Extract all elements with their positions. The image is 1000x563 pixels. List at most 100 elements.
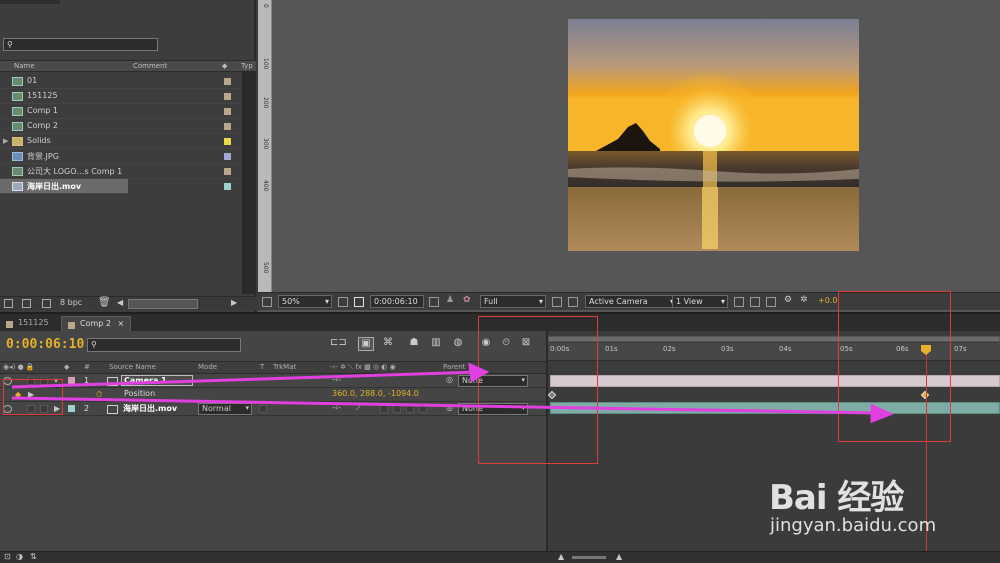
project-item-151125[interactable]: 151125 [0,89,240,104]
tab-comp-2[interactable]: Comp 2 × [61,316,132,332]
interpret-footage-icon[interactable] [4,299,13,308]
bit-depth-button[interactable]: 8 bpc [60,298,82,307]
reset-exposure-icon[interactable]: ✲ [800,295,808,305]
trash-icon[interactable]: 🗑 [98,297,111,308]
always-preview-icon[interactable] [262,297,272,307]
show-snapshot-icon[interactable]: ♟ [446,295,454,305]
fast-previews-icon[interactable] [750,297,760,307]
flowchart-icon[interactable]: ⚙ [784,295,792,305]
column-t[interactable]: T [260,363,264,371]
label-swatch[interactable] [224,183,231,190]
quality-switch-icon[interactable]: ⟋ [356,403,362,413]
timeline-search-input[interactable]: ⚲ [87,338,241,352]
watermark-brand: Bai 经验 [769,478,904,518]
draft-3d-icon[interactable]: ⌘ [380,337,396,351]
column-comment[interactable]: Comment [133,62,167,70]
project-search-input[interactable]: ⚲ [3,38,158,51]
column-name[interactable]: Name [14,62,35,70]
shy-layers-icon[interactable]: ☗ [406,337,422,351]
effects-switch[interactable] [380,405,388,413]
blend-mode-dropdown[interactable]: Normal ▾ [198,403,252,415]
comp-mini-flowchart-icon[interactable]: ⊏⊐ [330,337,347,351]
toggle-in-out-icon[interactable]: ⇅ [30,552,37,561]
label-swatch[interactable] [224,168,231,175]
column-trkmat[interactable]: TrkMat [273,363,296,371]
annotation-highlight-icons [478,316,598,464]
close-icon[interactable]: × [118,319,125,328]
toggle-pixel-aspect-icon[interactable] [734,297,744,307]
scroll-right-icon[interactable]: ▶ [231,298,237,307]
project-item-01[interactable]: 01 [0,74,240,89]
timeline-zoom-slider[interactable] [572,556,606,559]
project-item-name: 151125 [27,91,58,100]
resolution-dropdown[interactable]: Full ▾ [480,295,546,308]
3d-layer-switch[interactable] [419,405,427,413]
motion-blur-switch[interactable] [406,405,414,413]
label-swatch[interactable] [224,108,231,115]
label-swatch[interactable] [224,138,231,145]
footage-frame-sunrise[interactable] [568,19,859,251]
new-folder-icon[interactable] [22,299,31,308]
project-item-coast-sunrise-mov[interactable]: 海岸日出.mov [0,179,128,194]
exposure-value[interactable]: +0.0 [818,296,837,305]
layer-row-coast-sunrise-mov[interactable]: ▶ 2 海岸日出.mov Normal ▾ -‹- ⟋ ◎ None ▾ [0,402,546,416]
scroll-left-icon[interactable]: ◀ [117,298,123,307]
property-row-position[interactable]: ◆ ▶ ⏱ Position 360.0, 288.0, -1094.0 [0,388,546,402]
time-tick: 01s [605,345,618,353]
expand-triangle-icon[interactable]: ▶ [3,137,8,145]
mask-visibility-icon[interactable] [354,297,364,307]
project-item-background-jpg[interactable]: 背景.JPG [0,149,240,164]
layer-name[interactable]: 海岸日出.mov [121,403,179,414]
property-value[interactable]: 360.0, 288.0, -1094.0 [332,389,419,398]
layer-row-camera-1[interactable]: ▾ 1 Camera 1 -‹- ◎ None ▾ [0,374,546,388]
transparency-grid-icon[interactable] [568,297,578,307]
zoom-out-icon[interactable]: ▲ [558,552,564,561]
tab-color-swatch [6,321,13,328]
preserve-transparency-switch[interactable] [259,405,267,413]
zoom-dropdown[interactable]: 50% ▾ [278,295,332,308]
column-type[interactable]: Typ [241,62,253,70]
tab-151125[interactable]: 151125 [0,316,55,332]
shy-switch-icon[interactable]: -‹- [332,375,341,384]
layer-name[interactable]: Camera 1 [121,375,193,386]
shy-switch-icon[interactable]: -‹- [332,403,341,412]
motion-blur-icon[interactable]: ◍ [450,337,466,351]
zoom-in-icon[interactable]: ▲ [616,552,622,561]
pickwhip-icon[interactable]: ◎ [446,375,453,384]
project-item-logo-comp[interactable]: 公司大 LOGO…s Comp 1 [0,164,240,179]
title-safe-icon[interactable] [338,297,348,307]
label-swatch[interactable] [224,123,231,130]
view-layout-dropdown[interactable]: 1 View ▾ [672,295,728,308]
live-update-icon[interactable]: ▣ [358,337,374,351]
current-time-field[interactable]: 0:00:06:10 [370,295,424,308]
toggle-modes-icon[interactable]: ◑ [16,552,23,561]
layer-label-swatch[interactable] [68,377,75,384]
project-horizontal-scrollbar[interactable] [128,299,198,309]
search-icon: ⚲ [7,40,13,49]
label-swatch[interactable] [224,78,231,85]
project-item-solids[interactable]: ▶ Solids [0,134,240,149]
toggle-switches-icon[interactable]: ⊡ [4,552,11,561]
project-vertical-scrollbar[interactable] [242,72,254,294]
label-swatch[interactable] [224,93,231,100]
project-item-comp-2[interactable]: Comp 2 [0,119,240,134]
column-parent[interactable]: Parent [443,363,465,371]
timeline-icon[interactable] [766,297,776,307]
new-composition-icon[interactable] [42,299,51,308]
region-of-interest-icon[interactable] [552,297,562,307]
label-swatch[interactable] [224,153,231,160]
color-channels-icon[interactable]: ✿ [463,295,471,305]
project-item-name: 公司大 LOGO…s Comp 1 [27,167,123,176]
frame-blending-icon[interactable]: ▥ [428,337,444,351]
layer-label-swatch[interactable] [68,405,75,412]
column-source-name[interactable]: Source Name [109,363,156,371]
column-mode[interactable]: Mode [198,363,217,371]
camera-dropdown[interactable]: Active Camera▾ [585,295,677,308]
label-tag-icon[interactable]: ◆ [222,62,227,70]
current-time-display[interactable]: 0:00:06:10 [6,337,84,352]
pickwhip-icon[interactable]: ◎ [446,403,453,412]
project-item-comp-1[interactable]: Comp 1 [0,104,240,119]
frame-blend-switch[interactable] [393,405,401,413]
camera-snapshot-icon[interactable] [429,297,439,307]
stopwatch-icon[interactable]: ⏱ [96,390,102,400]
